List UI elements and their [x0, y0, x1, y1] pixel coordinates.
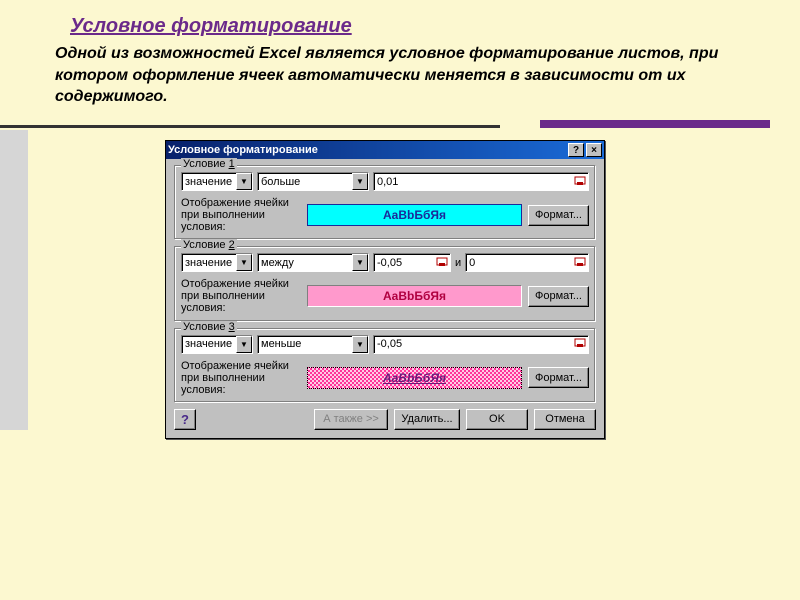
add-also-button: А также >>	[314, 409, 388, 430]
condition-1-operand-combo[interactable]: значение ▼	[181, 172, 253, 191]
combo-text: значение	[182, 338, 236, 350]
range-picker-icon[interactable]	[572, 254, 588, 271]
condition-3-operand-combo[interactable]: значение ▼	[181, 335, 253, 354]
display-label: Отображение ячейки при выполнении услови…	[181, 278, 301, 314]
condition-1-operator-combo[interactable]: больше ▼	[257, 172, 369, 191]
condition-3-value1-input[interactable]: -0,05	[373, 335, 589, 354]
condition-1-preview: AaBbБбЯя	[307, 204, 522, 226]
group-num: 3	[229, 321, 235, 333]
combo-text: значение	[182, 257, 236, 269]
range-picker-icon[interactable]	[572, 173, 588, 190]
display-label: Отображение ячейки при выполнении услови…	[181, 197, 301, 233]
chevron-down-icon[interactable]: ▼	[352, 336, 368, 353]
chevron-down-icon[interactable]: ▼	[236, 336, 252, 353]
combo-text: между	[258, 257, 352, 269]
group-pre: Условие	[183, 321, 229, 333]
condition-1-label: Условие 1	[181, 158, 237, 170]
and-label: и	[455, 257, 461, 269]
chevron-down-icon[interactable]: ▼	[236, 254, 252, 271]
cancel-button[interactable]: Отмена	[534, 409, 596, 430]
condition-1-format-button[interactable]: Формат...	[528, 205, 589, 226]
condition-2-operator-combo[interactable]: между ▼	[257, 253, 369, 272]
conditional-formatting-dialog: Условное форматирование ? × Условие 1 зн…	[165, 140, 605, 439]
dialog-help-button[interactable]: ?	[568, 143, 584, 157]
condition-2-operand-combo[interactable]: значение ▼	[181, 253, 253, 272]
range-picker-icon[interactable]	[434, 254, 450, 271]
condition-2-preview: AaBbБбЯя	[307, 285, 522, 307]
divider-right	[540, 120, 770, 128]
combo-text: больше	[258, 176, 352, 188]
dialog-titlebar[interactable]: Условное форматирование ? ×	[166, 141, 604, 159]
input-text: -0,05	[374, 257, 434, 269]
page-description: Одной из возможностей Excel является усл…	[0, 38, 800, 108]
input-text: 0	[466, 257, 572, 269]
chevron-down-icon[interactable]: ▼	[236, 173, 252, 190]
input-text: -0,05	[374, 338, 572, 350]
delete-button[interactable]: Удалить...	[394, 409, 460, 430]
display-label: Отображение ячейки при выполнении услови…	[181, 360, 301, 396]
group-num: 1	[229, 158, 235, 170]
dialog-close-button[interactable]: ×	[586, 143, 602, 157]
range-picker-icon[interactable]	[572, 336, 588, 353]
condition-2-format-button[interactable]: Формат...	[528, 286, 589, 307]
placeholder-sidebar	[0, 130, 28, 430]
combo-text: меньше	[258, 338, 352, 350]
combo-text: значение	[182, 176, 236, 188]
chevron-down-icon[interactable]: ▼	[352, 173, 368, 190]
dialog-button-row: ? А также >> Удалить... OK Отмена	[174, 409, 596, 430]
condition-3-format-button[interactable]: Формат...	[528, 367, 589, 388]
condition-1-group: Условие 1 значение ▼ больше ▼ 0,01	[174, 165, 596, 240]
condition-1-value1-input[interactable]: 0,01	[373, 172, 589, 191]
condition-2-value2-input[interactable]: 0	[465, 253, 589, 272]
condition-2-group: Условие 2 значение ▼ между ▼ -0,05 и	[174, 246, 596, 321]
group-pre: Условие	[183, 239, 229, 251]
ok-button[interactable]: OK	[466, 409, 528, 430]
group-num: 2	[229, 239, 235, 251]
condition-3-group: Условие 3 значение ▼ меньше ▼ -0,05	[174, 328, 596, 403]
condition-3-operator-combo[interactable]: меньше ▼	[257, 335, 369, 354]
input-text: 0,01	[374, 176, 572, 188]
group-pre: Условие	[183, 158, 229, 170]
condition-2-label: Условие 2	[181, 239, 237, 251]
condition-3-label: Условие 3	[181, 321, 237, 333]
divider-left	[0, 125, 500, 128]
page-title: Условное форматирование	[0, 0, 800, 38]
help-button[interactable]: ?	[174, 409, 196, 430]
condition-2-value1-input[interactable]: -0,05	[373, 253, 451, 272]
chevron-down-icon[interactable]: ▼	[352, 254, 368, 271]
condition-3-preview: AaBbБбЯя	[307, 367, 522, 389]
dialog-title: Условное форматирование	[168, 144, 318, 156]
